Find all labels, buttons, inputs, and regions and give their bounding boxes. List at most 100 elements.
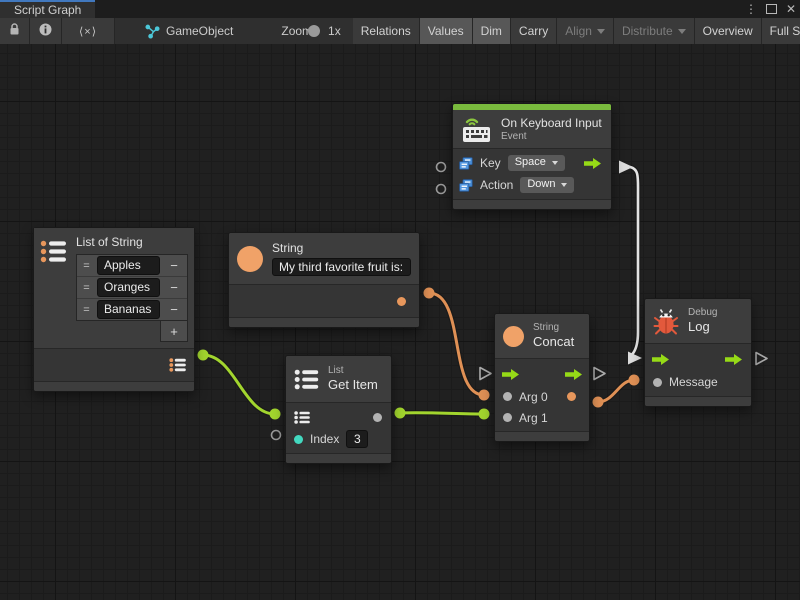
node-footer	[286, 454, 391, 463]
string-output-port[interactable]	[397, 297, 406, 306]
remove-item-button[interactable]: −	[163, 258, 185, 273]
node-footer	[645, 397, 751, 406]
list-editor: = Apples − = Oranges − = Bananas −	[76, 254, 188, 321]
values-toggle[interactable]: Values	[420, 18, 473, 44]
relations-toggle[interactable]: Relations	[353, 18, 420, 44]
log-flow-out-hint-icon[interactable]	[756, 353, 767, 365]
gameobject-context[interactable]: GameObject	[139, 18, 239, 44]
keyboard-key-port-hint-icon[interactable]	[437, 163, 446, 172]
wire-keyboard-to-log[interactable]	[619, 161, 642, 365]
carry-label: Carry	[519, 24, 548, 38]
list-item-input[interactable]: Apples	[97, 256, 160, 275]
lock-button[interactable]	[0, 18, 30, 44]
close-icon[interactable]: ✕	[786, 0, 796, 18]
string-value-input[interactable]: My third favorite fruit is:	[272, 258, 411, 276]
code-view-button[interactable]: ⟨×⟩	[62, 18, 115, 44]
align-menu[interactable]: Align	[557, 18, 614, 44]
remove-item-button[interactable]: −	[163, 280, 185, 295]
list-item-row: = Oranges −	[77, 277, 187, 299]
node-footer	[453, 200, 611, 209]
values-label: Values	[428, 24, 464, 38]
string-type-icon	[237, 246, 263, 272]
tab-script-graph[interactable]: Script Graph	[0, 0, 95, 18]
result-output-port[interactable]	[567, 392, 576, 401]
index-input-port[interactable]	[294, 435, 303, 444]
arg1-input-port[interactable]	[503, 413, 512, 422]
index-input[interactable]: 3	[346, 430, 368, 448]
list-orange-icon	[40, 234, 76, 266]
concat-flow-in-hint-icon[interactable]	[480, 368, 491, 380]
keyboard-action-port-hint-icon[interactable]	[437, 185, 446, 194]
flow-output-port[interactable]	[565, 369, 582, 380]
chevron-down-icon	[561, 183, 567, 187]
carry-toggle[interactable]: Carry	[511, 18, 557, 44]
add-item-button[interactable]: +	[160, 321, 188, 342]
lock-icon	[9, 23, 20, 39]
wire-list-to-getitem[interactable]	[198, 350, 281, 420]
node-category: Debug	[688, 307, 717, 318]
info-button[interactable]	[30, 18, 62, 44]
flow-output-port[interactable]	[725, 354, 742, 365]
graph-toolbar: ⟨×⟩ GameObject Zoom 1x Relations Values …	[0, 18, 800, 45]
key-dropdown[interactable]: Space	[508, 155, 565, 171]
node-string-literal[interactable]: String My third favorite fruit is:	[228, 232, 420, 328]
list-item-input[interactable]: Oranges	[97, 278, 160, 297]
arg0-input-port[interactable]	[503, 392, 512, 401]
item-output-port[interactable]	[373, 413, 382, 422]
code-icon: ⟨×⟩	[79, 25, 97, 38]
tab-title: Script Graph	[14, 3, 81, 17]
arg1-label: Arg 1	[519, 411, 548, 425]
graph-canvas[interactable]: List of String = Apples − = Oranges −	[0, 44, 800, 600]
list-output-port[interactable]	[169, 358, 186, 372]
dim-toggle[interactable]: Dim	[473, 18, 511, 44]
fullscreen-button[interactable]: Full Scre	[762, 18, 800, 44]
chevron-down-icon	[552, 161, 558, 165]
action-dropdown[interactable]: Down	[520, 177, 574, 193]
wire-end-arrow-icon	[628, 352, 642, 365]
key-label: Key	[480, 156, 501, 170]
node-get-item[interactable]: List Get Item Index 3	[285, 355, 392, 464]
list-white-icon	[294, 369, 319, 390]
menu-kebab-icon[interactable]: ⋮	[745, 0, 757, 18]
drag-handle-icon[interactable]: =	[79, 304, 94, 316]
flow-input-port[interactable]	[652, 354, 669, 365]
concat-flow-out-hint-icon[interactable]	[594, 368, 605, 380]
relations-label: Relations	[361, 24, 411, 38]
node-footer	[495, 432, 589, 441]
flow-output-port[interactable]	[584, 158, 601, 169]
gameobject-icon	[145, 24, 160, 39]
list-item-row: = Bananas −	[77, 299, 187, 320]
index-label: Index	[310, 432, 339, 446]
node-on-keyboard-input[interactable]: On Keyboard Input Event Key Space	[452, 103, 612, 210]
node-debug-log[interactable]: Debug Log Message	[644, 298, 752, 407]
list-item-row: = Apples −	[77, 255, 187, 277]
message-input-port[interactable]	[653, 378, 662, 387]
keyboard-icon	[461, 115, 492, 143]
list-input-port[interactable]	[294, 411, 310, 424]
wire-concat-to-log[interactable]	[593, 375, 640, 408]
getitem-index-port-hint-icon[interactable]	[272, 431, 281, 440]
dim-label: Dim	[481, 24, 502, 38]
remove-item-button[interactable]: −	[163, 302, 185, 317]
distribute-menu[interactable]: Distribute	[614, 18, 695, 44]
overview-button[interactable]: Overview	[695, 18, 762, 44]
node-category: String	[533, 322, 574, 333]
drag-handle-icon[interactable]: =	[79, 282, 94, 294]
flow-input-port[interactable]	[502, 369, 519, 380]
drag-handle-icon[interactable]: =	[79, 260, 94, 272]
action-label: Action	[480, 178, 513, 192]
chevron-down-icon	[597, 29, 605, 34]
node-concat[interactable]: String Concat Arg 0	[494, 313, 590, 442]
fullscreen-label: Full Scre	[770, 24, 800, 38]
wire-getitem-to-concat[interactable]	[395, 408, 490, 420]
wire-string-to-concat[interactable]	[424, 288, 490, 401]
list-item-input[interactable]: Bananas	[97, 300, 160, 319]
node-title: List of String	[76, 235, 188, 249]
overview-label: Overview	[703, 24, 753, 38]
node-list-of-string[interactable]: List of String = Apples − = Oranges −	[33, 227, 195, 392]
message-label: Message	[669, 375, 718, 389]
align-label: Align	[565, 24, 592, 38]
node-title: Log	[688, 319, 717, 335]
zoom-slider-handle[interactable]	[308, 25, 320, 37]
maximize-icon[interactable]	[766, 4, 777, 14]
